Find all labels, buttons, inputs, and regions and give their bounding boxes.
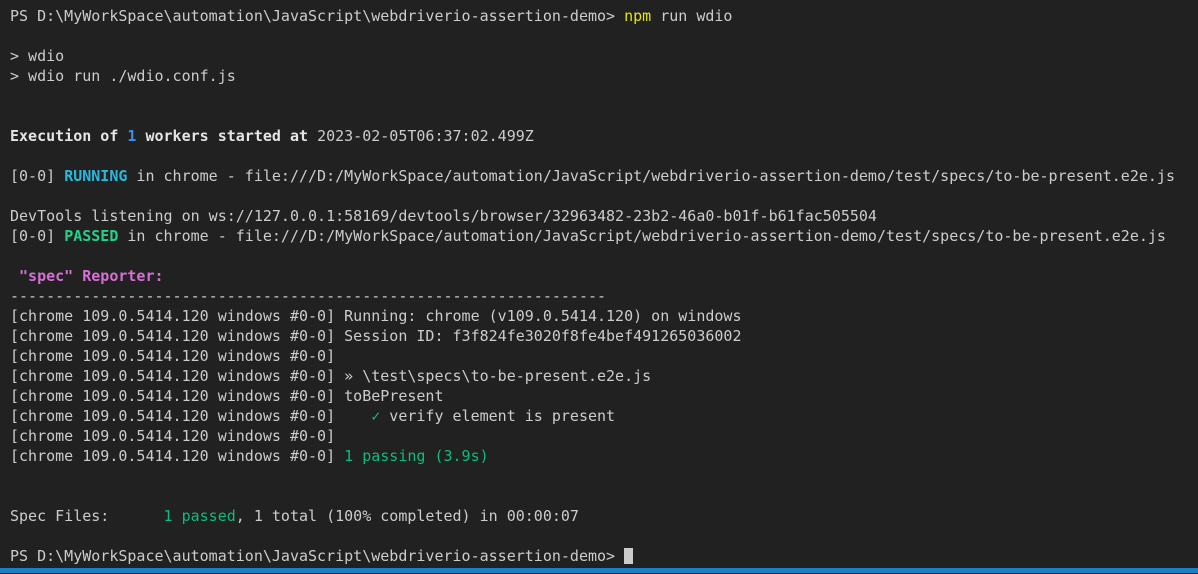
terminal-text-segment: [chrome 109.0.5414.120 windows #0-0] bbox=[10, 447, 345, 465]
terminal-line: "spec" Reporter: bbox=[10, 266, 1198, 286]
terminal-line: PS D:\MyWorkSpace\automation\JavaScript\… bbox=[10, 6, 1198, 26]
terminal-text-segment: [chrome 109.0.5414.120 windows #0-0] bbox=[10, 427, 336, 445]
terminal-line: > wdio bbox=[10, 46, 1198, 66]
terminal-text-segment: in chrome - file:///D:/MyWorkSpace/autom… bbox=[118, 227, 1166, 245]
terminal-line: DevTools listening on ws://127.0.0.1:581… bbox=[10, 206, 1198, 226]
terminal-text-segment: [chrome 109.0.5414.120 windows #0-0] Run… bbox=[10, 307, 742, 325]
terminal-line: [0-0] RUNNING in chrome - file:///D:/MyW… bbox=[10, 166, 1198, 186]
terminal-line: [0-0] PASSED in chrome - file:///D:/MyWo… bbox=[10, 226, 1198, 246]
terminal-text-segment: PASSED bbox=[64, 227, 119, 245]
terminal-output: PS D:\MyWorkSpace\automation\JavaScript\… bbox=[10, 6, 1198, 566]
terminal-text-segment: > wdio bbox=[10, 47, 65, 65]
terminal-line: > wdio run ./wdio.conf.js bbox=[10, 66, 1198, 86]
terminal-text-segment: 2023-02-05T06:37:02.499Z bbox=[317, 127, 534, 145]
terminal-text-segment: [0-0] bbox=[10, 227, 65, 245]
terminal-text-segment: DevTools listening on ws://127.0.0.1:581… bbox=[10, 207, 877, 225]
terminal-text-segment: PS D:\MyWorkSpace\automation\JavaScript\… bbox=[10, 547, 625, 565]
terminal-text-segment: RUNNING bbox=[64, 167, 128, 185]
terminal-text-segment: [chrome 109.0.5414.120 windows #0-0] bbox=[10, 347, 336, 365]
terminal-text-segment: Execution of bbox=[10, 127, 128, 145]
terminal-text-segment: , 1 total (100% completed) in 00:00:07 bbox=[235, 507, 579, 525]
terminal-text-segment: workers started at bbox=[136, 127, 318, 145]
terminal-line: [chrome 109.0.5414.120 windows #0-0] bbox=[10, 346, 1198, 366]
terminal-line: [chrome 109.0.5414.120 windows #0-0] Run… bbox=[10, 306, 1198, 326]
terminal-line: ----------------------------------------… bbox=[10, 286, 1198, 306]
terminal-text-segment: [0-0] bbox=[10, 167, 65, 185]
terminal-text-segment: [chrome 109.0.5414.120 windows #0-0] toB… bbox=[10, 387, 444, 405]
terminal-text-segment: Spec Files: bbox=[10, 507, 164, 525]
terminal-line: [chrome 109.0.5414.120 windows #0-0] bbox=[10, 426, 1198, 446]
terminal-line: [chrome 109.0.5414.120 windows #0-0] 1 p… bbox=[10, 446, 1198, 466]
terminal-text-segment: npm bbox=[624, 7, 652, 25]
terminal-text-segment: 1 passing (3.9s) bbox=[344, 447, 489, 465]
terminal-text-segment: [chrome 109.0.5414.120 windows #0-0] bbox=[10, 407, 372, 425]
terminal-line: [chrome 109.0.5414.120 windows #0-0] » \… bbox=[10, 366, 1198, 386]
terminal-line: [chrome 109.0.5414.120 windows #0-0] toB… bbox=[10, 386, 1198, 406]
terminal-text-segment: "spec" Reporter: bbox=[10, 267, 164, 285]
terminal-line: Execution of 1 workers started at 2023-0… bbox=[10, 126, 1198, 146]
terminal-line: Spec Files: 1 passed, 1 total (100% comp… bbox=[10, 506, 1198, 526]
terminal-text-segment: [chrome 109.0.5414.120 windows #0-0] » \… bbox=[10, 367, 652, 385]
terminal-text-segment: in chrome - file:///D:/MyWorkSpace/autom… bbox=[127, 167, 1175, 185]
terminal-line: PS D:\MyWorkSpace\automation\JavaScript\… bbox=[10, 546, 1198, 566]
terminal-line: [chrome 109.0.5414.120 windows #0-0] Ses… bbox=[10, 326, 1198, 346]
terminal-cursor bbox=[624, 547, 634, 564]
terminal-text-segment: run wdio bbox=[651, 7, 733, 25]
terminal-line: [chrome 109.0.5414.120 windows #0-0] ✓ v… bbox=[10, 406, 1198, 426]
terminal-text-segment: ✓ bbox=[371, 407, 381, 425]
terminal-text-segment: > wdio run ./wdio.conf.js bbox=[10, 67, 236, 85]
terminal-text-segment: [chrome 109.0.5414.120 windows #0-0] Ses… bbox=[10, 327, 742, 345]
terminal-panel[interactable]: PS D:\MyWorkSpace\automation\JavaScript\… bbox=[0, 0, 1198, 568]
terminal-text-segment: PS D:\MyWorkSpace\automation\JavaScript\… bbox=[10, 7, 625, 25]
terminal-text-segment: 1 passed bbox=[163, 507, 236, 525]
terminal-text-segment: ----------------------------------------… bbox=[10, 287, 607, 305]
terminal-text-segment: verify element is present bbox=[380, 407, 616, 425]
